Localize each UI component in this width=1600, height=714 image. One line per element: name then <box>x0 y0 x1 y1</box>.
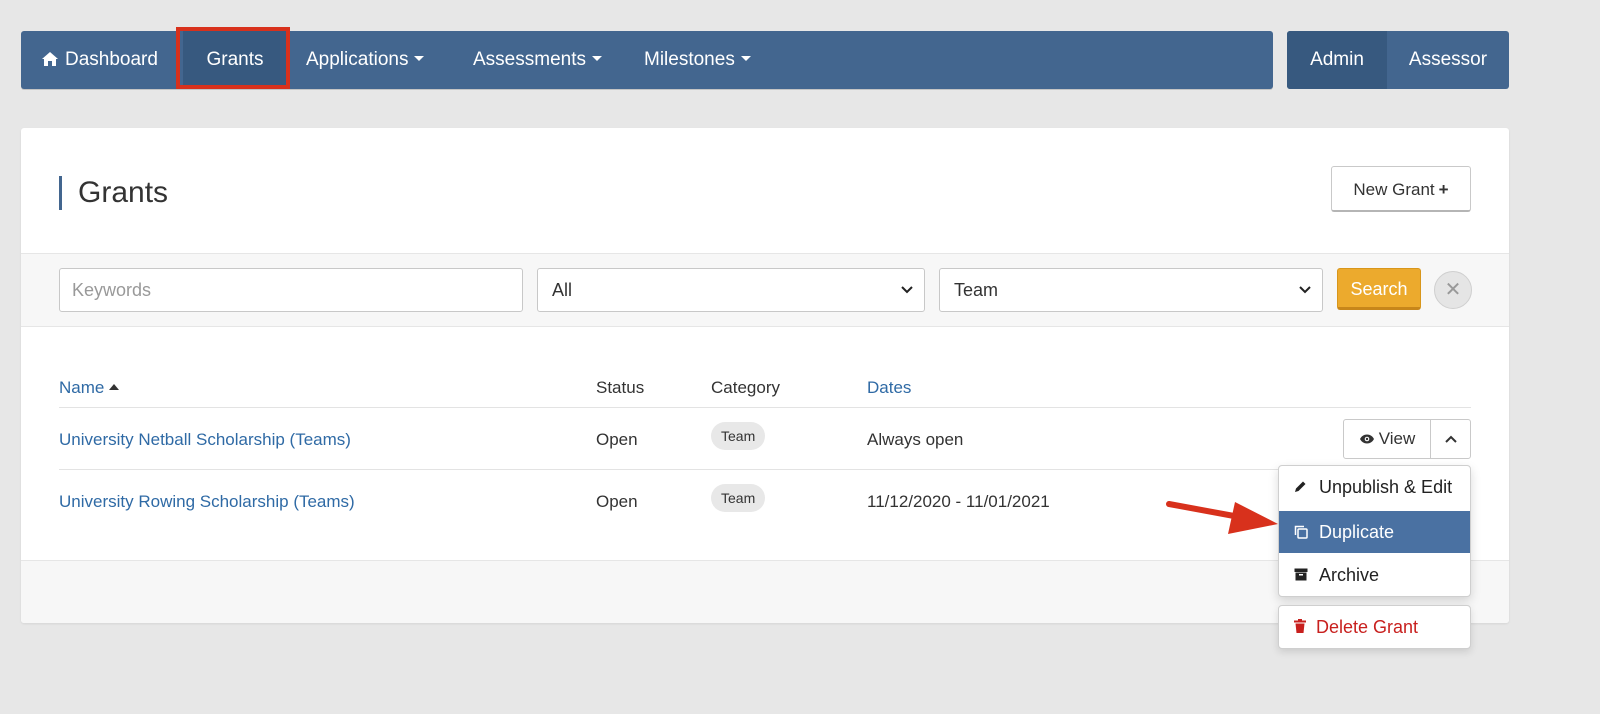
sort-ascending-icon <box>109 384 120 390</box>
role-assessor-label: Assessor <box>1408 49 1488 70</box>
search-button[interactable]: Search <box>1337 268 1421 310</box>
menu-duplicate-label: Duplicate <box>1319 522 1395 542</box>
column-name-header[interactable]: Name <box>59 378 120 398</box>
plus-icon: + <box>1438 180 1449 199</box>
chevron-down-icon <box>900 269 914 327</box>
nav-dashboard[interactable]: Dashboard <box>41 31 158 89</box>
menu-unpublish-label: Unpublish & Edit <box>1319 477 1453 497</box>
divider <box>59 407 1471 408</box>
column-name-label: Name <box>59 378 105 397</box>
menu-unpublish-edit[interactable]: Unpublish & Edit <box>1279 466 1470 508</box>
trash-icon <box>1294 619 1306 633</box>
pencil-icon <box>1295 481 1306 492</box>
menu-archive-label: Archive <box>1319 565 1380 585</box>
menu-duplicate[interactable]: Duplicate <box>1279 511 1470 553</box>
grant-name-link[interactable]: University Rowing Scholarship (Teams) <box>59 492 355 512</box>
clear-filters-button[interactable]: ✕ <box>1434 271 1472 309</box>
new-grant-button[interactable]: New Grant + <box>1331 166 1471 212</box>
column-category-header: Category <box>711 378 780 397</box>
role-admin[interactable]: Admin <box>1287 31 1387 89</box>
role-assessor[interactable]: Assessor <box>1387 31 1509 89</box>
grant-dates: Always open <box>867 430 964 449</box>
chevron-up-icon <box>1445 435 1457 443</box>
view-button[interactable]: View <box>1344 420 1430 458</box>
chevron-down-icon <box>1298 269 1312 327</box>
main-navbar: Dashboard Grants Applications Assessment… <box>21 31 1273 89</box>
grant-status: Open <box>596 492 638 511</box>
new-grant-label: New Grant <box>1353 180 1435 199</box>
caret-down-icon <box>591 56 602 61</box>
grant-dates: 11/12/2020 - 11/01/2021 <box>867 492 1050 511</box>
eye-icon <box>1359 434 1374 444</box>
status-select[interactable]: All <box>537 268 925 312</box>
column-dates-header[interactable]: Dates <box>867 378 911 398</box>
nav-assessments-label: Assessments <box>473 49 586 70</box>
menu-delete-label: Delete Grant <box>1316 617 1419 637</box>
annotation-arrow-icon <box>1166 501 1278 534</box>
nav-milestones[interactable]: Milestones <box>644 31 751 89</box>
row-actions-menu: Unpublish & Edit Duplicate Archive <box>1278 465 1471 597</box>
row-actions: View <box>1343 419 1471 459</box>
status-select-value: All <box>552 280 573 300</box>
category-tag: Team <box>711 422 766 450</box>
menu-delete-grant[interactable]: Delete Grant <box>1278 605 1471 649</box>
category-tag: Team <box>711 484 766 512</box>
grant-name-link[interactable]: University Netball Scholarship (Teams) <box>59 430 351 450</box>
nav-applications-label: Applications <box>306 49 409 70</box>
close-icon: ✕ <box>1444 279 1462 301</box>
page-title: Grants <box>59 176 168 210</box>
nav-assessments[interactable]: Assessments <box>473 31 602 89</box>
category-select-value: Team <box>954 280 999 300</box>
filter-bar: All Team <box>21 253 1509 327</box>
copy-icon <box>1294 525 1308 539</box>
nav-dashboard-label: Dashboard <box>65 49 158 70</box>
menu-archive[interactable]: Archive <box>1279 554 1470 596</box>
archive-icon <box>1294 568 1308 581</box>
role-switcher: Admin Assessor <box>1287 31 1509 89</box>
nav-grants[interactable]: Grants <box>183 31 287 89</box>
divider <box>59 469 1471 470</box>
column-status-header: Status <box>596 378 645 397</box>
caret-down-icon <box>740 56 751 61</box>
keywords-input[interactable] <box>59 268 523 312</box>
nav-milestones-label: Milestones <box>644 49 735 70</box>
role-admin-label: Admin <box>1310 49 1364 70</box>
actions-toggle-button[interactable] <box>1430 420 1471 458</box>
caret-down-icon <box>414 56 425 61</box>
grant-status: Open <box>596 430 638 449</box>
category-select[interactable]: Team <box>939 268 1323 312</box>
nav-applications[interactable]: Applications <box>306 31 425 89</box>
nav-grants-label: Grants <box>206 49 264 70</box>
home-icon <box>42 52 58 66</box>
view-label: View <box>1378 429 1416 448</box>
